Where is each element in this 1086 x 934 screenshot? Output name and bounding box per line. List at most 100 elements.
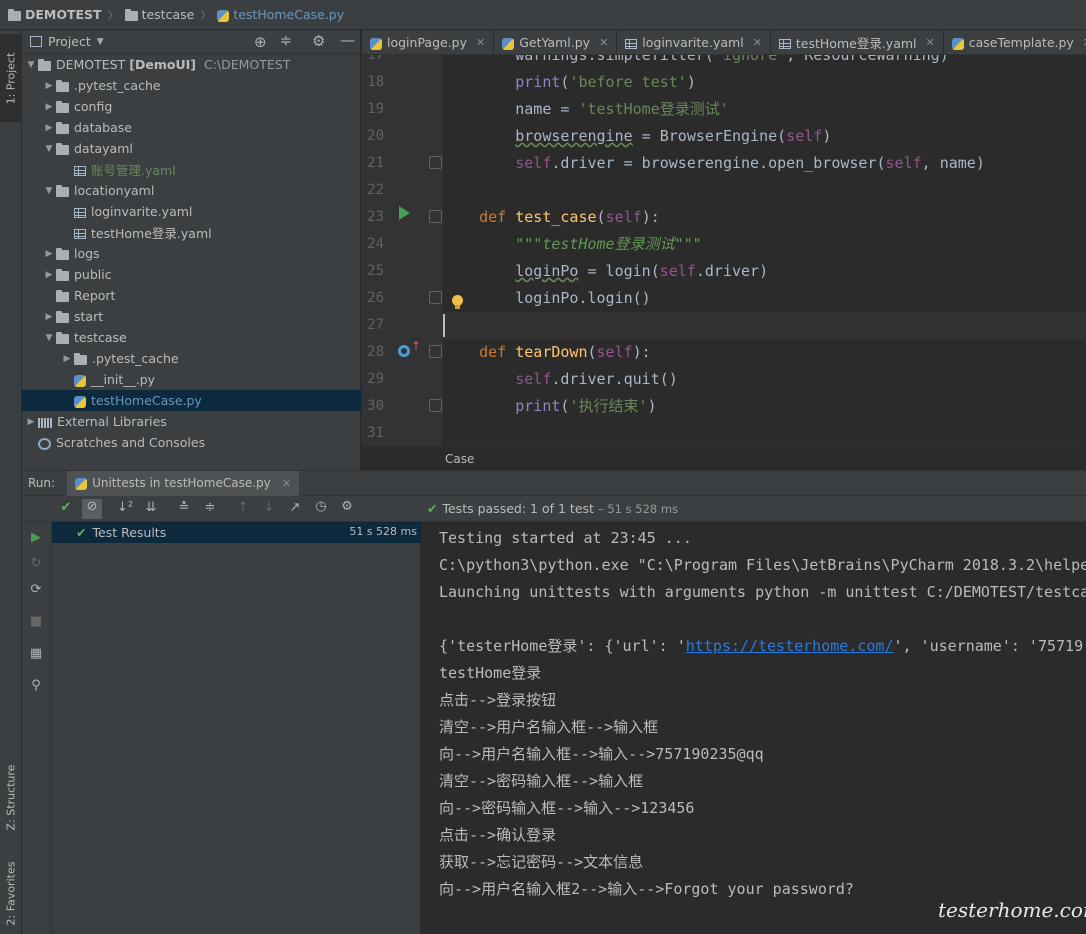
sort-alphabetically-icon[interactable]: ↓²: [115, 500, 135, 515]
code-line[interactable]: print('执行结束'): [443, 393, 656, 420]
test-results-label: Test Results: [92, 525, 167, 540]
next-test-icon[interactable]: ↓: [259, 500, 279, 515]
editor-tab-label: testHome登录.yaml: [795, 36, 917, 51]
run-test-icon[interactable]: [399, 206, 410, 220]
project-view-icon: [30, 36, 42, 47]
code-line[interactable]: """testHome登录测试""": [443, 231, 701, 258]
previous-test-icon[interactable]: ↑: [233, 500, 253, 515]
show-passed-icon[interactable]: ✔: [56, 500, 76, 515]
fold-marker-icon[interactable]: [429, 291, 442, 304]
chevron-right-icon: 〉: [107, 8, 119, 22]
line-number: 27: [367, 317, 384, 333]
code-line[interactable]: def tearDown(self):: [443, 339, 651, 366]
expand-all-icon[interactable]: ≛: [174, 500, 194, 515]
fold-marker-icon[interactable]: [429, 156, 442, 169]
test-status-bar: ✔ Tests passed: 1 of 1 test – 51 s 528 m…: [421, 496, 1086, 522]
python-file-icon: [502, 37, 515, 50]
show-ignored-icon[interactable]: ⊘: [82, 499, 102, 519]
editor-tab[interactable]: GetYaml.py ✕: [494, 30, 618, 54]
console-line: testHome登录: [439, 664, 542, 682]
code-line[interactable]: def test_case(self):: [443, 204, 660, 231]
folder-icon: [124, 8, 138, 21]
chevron-right-icon: 〉: [200, 8, 212, 22]
override-marker-icon[interactable]: [398, 345, 410, 357]
console-line: 向-->密码输入框-->输入-->123456: [439, 799, 695, 817]
fold-marker-icon[interactable]: [429, 399, 442, 412]
line-number: 21: [367, 155, 384, 171]
pin-icon[interactable]: ⚲: [26, 678, 46, 693]
rerun-icon[interactable]: ▶: [26, 530, 46, 545]
tool-tab-structure-label: Z: Structure: [4, 764, 18, 830]
status-time: – 51 s 528 ms: [597, 501, 679, 516]
run-side-toolbar: ▶ ↻ ⟳ ■ ▦ ⚲: [22, 522, 52, 934]
editor-tab[interactable]: loginvarite.yaml ✕: [617, 30, 771, 54]
editor-breadcrumb[interactable]: Case: [362, 446, 1086, 470]
editor-tab[interactable]: loginPage.py ✕: [362, 30, 495, 54]
code-line[interactable]: browserengine = BrowserEngine(self): [443, 123, 831, 150]
tool-tab-favorites[interactable]: 2: Favorites: [0, 852, 22, 934]
status-prefix: Tests passed:: [442, 501, 527, 516]
fold-marker-icon[interactable]: [429, 345, 442, 358]
editor-tab[interactable]: caseTemplate.py✕: [944, 30, 1086, 54]
close-icon[interactable]: ✕: [599, 36, 608, 49]
nav-crumb-file[interactable]: testHomeCase.py: [217, 7, 344, 22]
project-view-selector[interactable]: Project: [48, 34, 91, 49]
console-line: 点击-->确认登录: [439, 826, 557, 844]
code-line[interactable]: print('before test'): [443, 69, 696, 96]
run-toolbar: ✔ ⊘ ↓² ⇊ ≛ ≑ ↑ ↓ ↗ ◷ ⚙: [22, 496, 421, 522]
nav-crumb-file-label: testHomeCase.py: [233, 7, 345, 22]
hide-panel-icon[interactable]: —: [340, 31, 355, 49]
code-line[interactable]: loginPo.login(): [443, 285, 650, 312]
gear-icon[interactable]: ⚙: [337, 499, 357, 514]
lightbulb-base: [455, 305, 460, 309]
collapse-all-icon[interactable]: ≑: [200, 500, 220, 515]
console-link[interactable]: https://testerhome.com/: [686, 637, 894, 655]
code-line[interactable]: self.driver.quit(): [443, 366, 678, 393]
console-line: 向-->用户名输入框-->输入-->757190235@qq: [439, 745, 764, 763]
close-icon[interactable]: ✕: [282, 477, 291, 490]
stop-icon[interactable]: ■: [26, 614, 46, 629]
line-number: 28: [367, 344, 384, 360]
nav-crumb-folder[interactable]: testcase: [124, 7, 194, 22]
editor-tab-label: caseTemplate.py: [968, 35, 1074, 50]
console-line: 清空-->用户名输入框-->输入框: [439, 718, 659, 736]
python-file-icon: [217, 9, 230, 22]
code-line[interactable]: loginPo = login(self.driver): [443, 258, 768, 285]
export-icon[interactable]: ↗: [285, 500, 305, 515]
fold-marker-icon[interactable]: [429, 210, 442, 223]
run-label: Run:: [28, 476, 56, 490]
line-number: 24: [367, 236, 384, 252]
code-line[interactable]: name = 'testHome登录测试': [443, 96, 729, 123]
python-file-icon: [75, 478, 88, 490]
code-line[interactable]: self.driver = browserengine.open_browser…: [443, 150, 985, 177]
toggle-auto-test-icon[interactable]: ⟳: [26, 582, 46, 597]
editor-tab-label: loginPage.py: [387, 35, 468, 50]
close-icon[interactable]: ✕: [476, 36, 485, 49]
editor-tab[interactable]: testHome登录.yaml ✕: [771, 30, 944, 54]
run-tab-label: Unittests in testHomeCase.py: [92, 476, 271, 490]
close-icon[interactable]: ✕: [753, 36, 762, 49]
collapse-all-icon[interactable]: ≑: [280, 33, 292, 49]
layout-icon[interactable]: ▦: [26, 646, 46, 661]
sort-by-duration-icon[interactable]: ⇊: [141, 500, 161, 515]
line-number: 25: [367, 263, 384, 279]
console-line: 向-->用户名输入框2-->输入-->Forgot your password?: [439, 880, 854, 898]
history-icon[interactable]: ◷: [311, 499, 331, 514]
locate-file-icon[interactable]: ⊕: [254, 33, 267, 51]
nav-crumb-root[interactable]: DEMOTEST: [8, 7, 102, 22]
test-results-row[interactable]: ✔ Test Results 51 s 528 ms: [52, 522, 421, 543]
folder-icon: [8, 8, 21, 21]
line-number: 23: [367, 209, 384, 225]
editor-tab-label: loginvarite.yaml: [642, 35, 744, 50]
rerun-failed-icon[interactable]: ↻: [26, 556, 46, 571]
editor-breadcrumb-label: Case: [445, 452, 475, 466]
tool-tab-structure[interactable]: Z: Structure: [0, 752, 22, 842]
gear-icon[interactable]: ⚙: [312, 32, 325, 50]
line-number: 31: [367, 425, 384, 441]
dropdown-arrow-icon[interactable]: ▼: [97, 37, 104, 47]
run-tab[interactable]: Unittests in testHomeCase.py ✕: [67, 470, 299, 496]
test-results-time: 51 s 528 ms: [349, 525, 417, 538]
close-icon[interactable]: ✕: [926, 36, 935, 49]
line-number: 29: [367, 371, 384, 387]
project-panel-header: Project ▼ ⊕ ≑ ⚙ —: [22, 30, 361, 54]
